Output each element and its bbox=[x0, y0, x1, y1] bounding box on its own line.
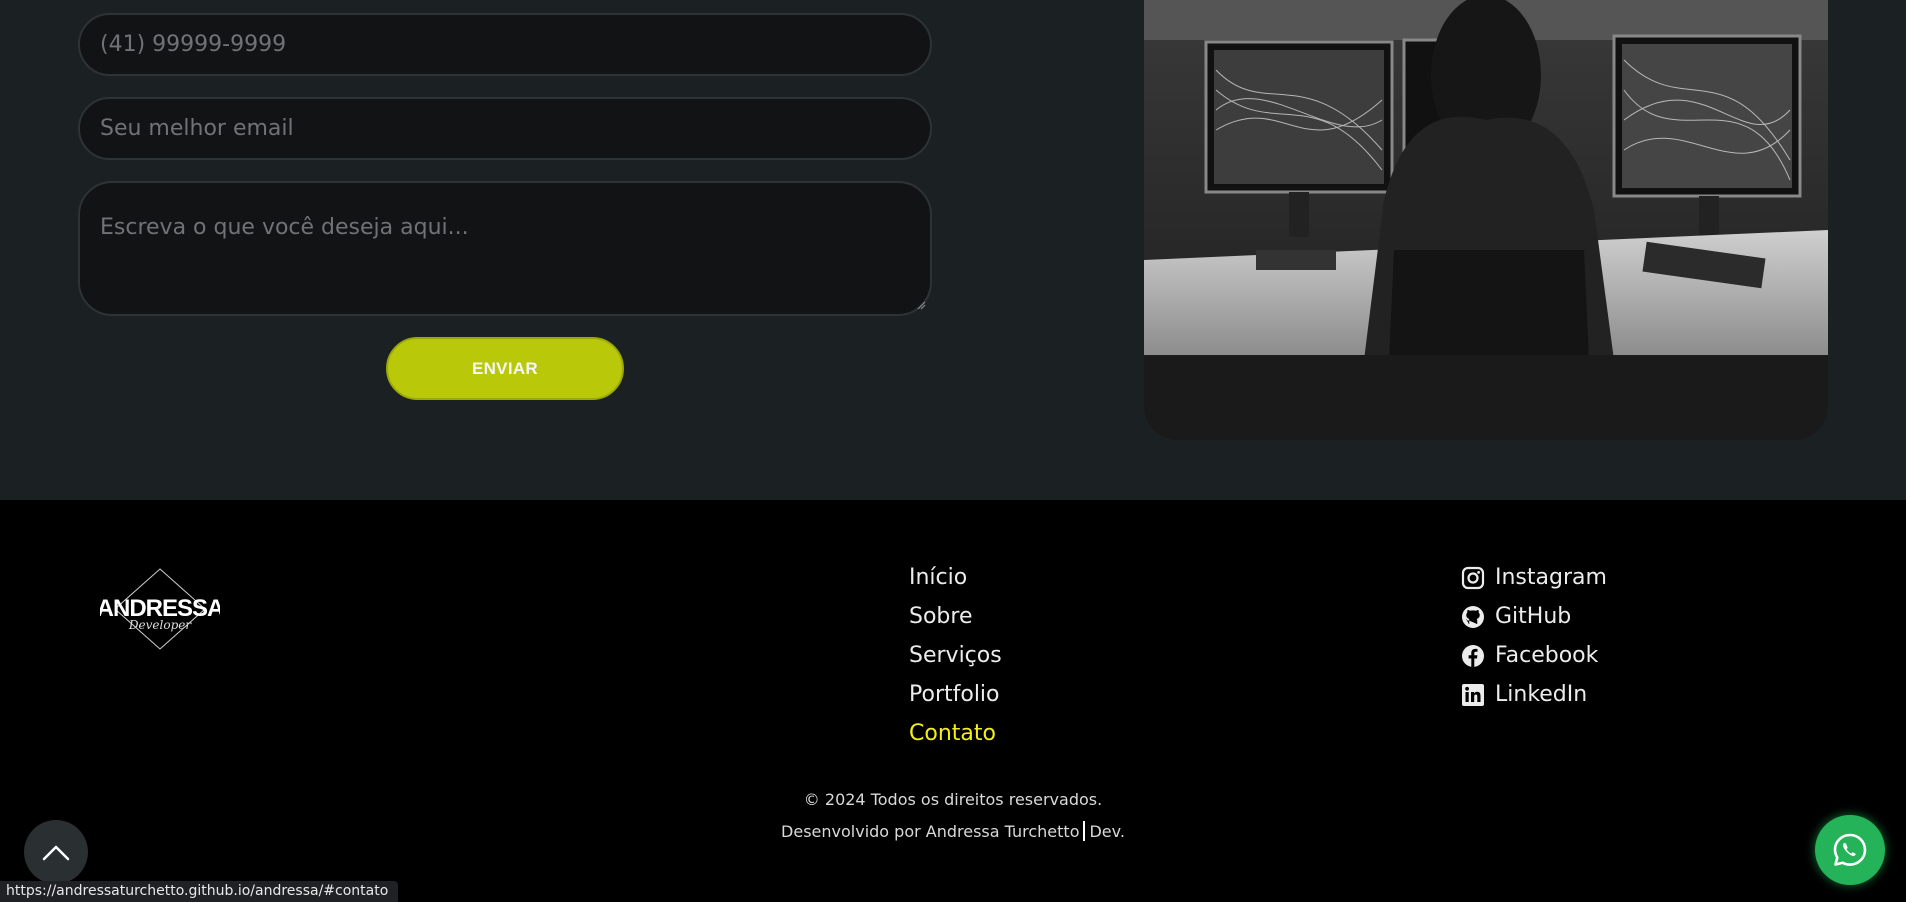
whatsapp-button[interactable] bbox=[1815, 815, 1885, 885]
social-github[interactable]: GitHub bbox=[1461, 597, 1607, 636]
message-placeholder: Escreva o que você deseja aqui... bbox=[100, 215, 469, 240]
social-instagram[interactable]: Instagram bbox=[1461, 558, 1607, 597]
whatsapp-icon bbox=[1833, 833, 1867, 866]
social-instagram-label: Instagram bbox=[1495, 565, 1607, 590]
developer-credit-text: Desenvolvido por Andressa Turchetto bbox=[781, 822, 1080, 841]
phone-input[interactable]: (41) 99999-9999 bbox=[78, 13, 932, 76]
footer-nav-portfolio[interactable]: Portfolio bbox=[909, 675, 1002, 714]
footer-nav-servicos[interactable]: Serviços bbox=[909, 636, 1002, 675]
copyright-text: © 2024 Todos os direitos reservados. bbox=[803, 790, 1103, 809]
github-icon bbox=[1462, 605, 1484, 628]
instagram-icon bbox=[1461, 566, 1485, 589]
footer-nav-contato[interactable]: Contato bbox=[909, 714, 1002, 753]
contact-section: (41) 99999-9999 Seu melhor email Escreva… bbox=[0, 0, 1906, 500]
scroll-to-top-button[interactable] bbox=[24, 820, 88, 884]
linkedin-icon bbox=[1462, 683, 1484, 706]
social-github-label: GitHub bbox=[1495, 604, 1572, 629]
send-button[interactable]: ENVIAR bbox=[386, 337, 624, 400]
logo-subtitle: Developer bbox=[128, 618, 192, 632]
contact-photo bbox=[1144, 0, 1828, 440]
social-linkedin[interactable]: LinkedIn bbox=[1461, 675, 1607, 714]
facebook-icon bbox=[1462, 644, 1484, 667]
credit-divider bbox=[1083, 821, 1086, 841]
developer-credit-suffix: Dev. bbox=[1089, 822, 1125, 841]
developer-credit: Desenvolvido por Andressa Turchetto Dev. bbox=[0, 821, 1906, 841]
phone-placeholder: (41) 99999-9999 bbox=[100, 32, 287, 57]
email-input[interactable]: Seu melhor email bbox=[78, 97, 932, 160]
email-placeholder: Seu melhor email bbox=[100, 116, 294, 141]
brand-logo[interactable]: ANDRESSA Developer bbox=[97, 567, 225, 651]
chevron-up-icon bbox=[42, 845, 70, 861]
footer-nav: Início Sobre Serviços Portfolio Contato bbox=[909, 558, 1002, 753]
social-facebook[interactable]: Facebook bbox=[1461, 636, 1607, 675]
social-facebook-label: Facebook bbox=[1495, 643, 1599, 668]
footer-nav-sobre[interactable]: Sobre bbox=[909, 597, 1002, 636]
social-links: Instagram GitHub Facebook LinkedIn bbox=[1461, 558, 1607, 714]
message-textarea[interactable]: Escreva o que você deseja aqui... bbox=[78, 181, 932, 316]
footer-nav-inicio[interactable]: Início bbox=[909, 558, 1002, 597]
social-linkedin-label: LinkedIn bbox=[1495, 682, 1588, 707]
resize-handle-icon[interactable] bbox=[916, 300, 926, 310]
status-bar-url: https://andressaturchetto.github.io/andr… bbox=[0, 881, 399, 902]
